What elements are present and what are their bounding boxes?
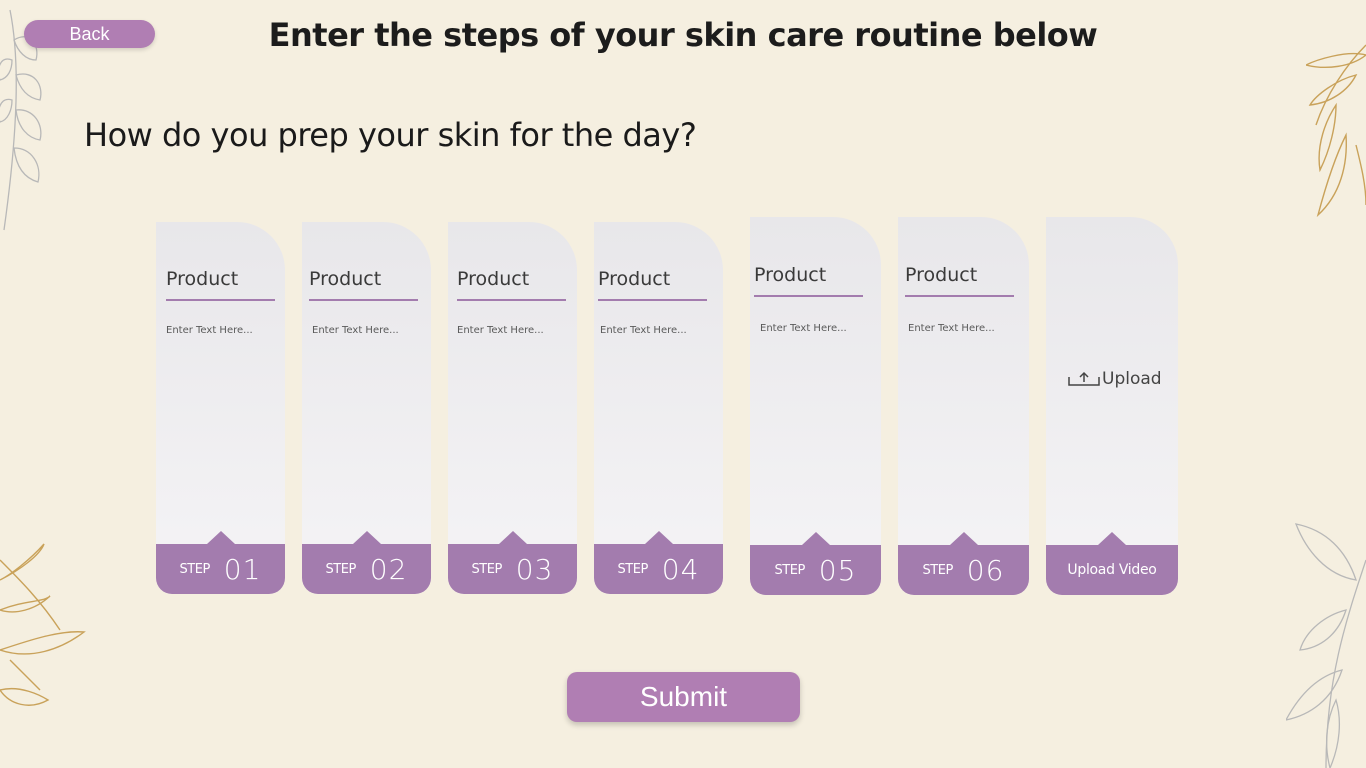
product-underline [309,299,418,301]
step-word: STEP [617,561,649,577]
step-badge: STEP 04 [594,544,723,594]
step-card-03: Product STEP 03 [448,222,577,594]
product-label: Product [754,264,827,286]
product-input-step-03[interactable] [457,325,567,336]
step-card-04: Product STEP 04 [594,222,723,594]
product-underline [166,299,275,301]
upload-icon [1068,371,1100,386]
product-label: Product [598,268,671,290]
step-word: STEP [774,562,806,578]
upload-video-badge[interactable]: Upload Video [1046,545,1178,595]
step-number: 02 [369,552,408,586]
product-input-step-02[interactable] [312,325,422,336]
step-number: 01 [223,552,262,586]
step-word: STEP [325,561,357,577]
step-card-02: Product STEP 02 [302,222,431,594]
upload-button[interactable]: Upload [1068,369,1162,389]
product-underline [905,295,1014,297]
product-input-step-06[interactable] [908,323,1018,334]
step-badge: STEP 03 [448,544,577,594]
step-word: STEP [179,561,211,577]
product-label: Product [166,268,239,290]
product-underline [457,299,566,301]
step-card-06: Product STEP 06 [898,217,1029,595]
step-word: STEP [922,562,954,578]
upload-label: Upload [1102,369,1162,389]
step-word: STEP [471,561,503,577]
product-underline [598,299,707,301]
product-input-step-01[interactable] [166,325,276,336]
step-number: 03 [515,552,554,586]
leaf-decoration-bottom-right [1286,523,1366,768]
step-badge: STEP 05 [750,545,881,595]
step-badge: STEP 02 [302,544,431,594]
upload-video-card: Upload Upload Video [1046,217,1178,595]
step-card-05: Product STEP 05 [750,217,881,595]
product-underline [754,295,863,297]
step-card-01: Product STEP 01 [156,222,285,594]
submit-button[interactable]: Submit [567,672,800,722]
step-number: 04 [661,552,700,586]
question-heading: How do you prep your skin for the day? [84,116,697,154]
leaf-decoration-bottom-left [0,543,86,706]
product-label: Product [905,264,978,286]
step-number: 06 [966,553,1005,587]
leaf-decoration-top-right [1306,44,1366,218]
step-badge: STEP 06 [898,545,1029,595]
product-label: Product [457,268,530,290]
product-input-step-04[interactable] [600,325,710,336]
product-input-step-05[interactable] [760,323,870,334]
product-label: Product [309,268,382,290]
step-number: 05 [818,553,857,587]
upload-video-label: Upload Video [1067,562,1157,578]
step-badge: STEP 01 [156,544,285,594]
page-title: Enter the steps of your skin care routin… [268,16,1098,54]
